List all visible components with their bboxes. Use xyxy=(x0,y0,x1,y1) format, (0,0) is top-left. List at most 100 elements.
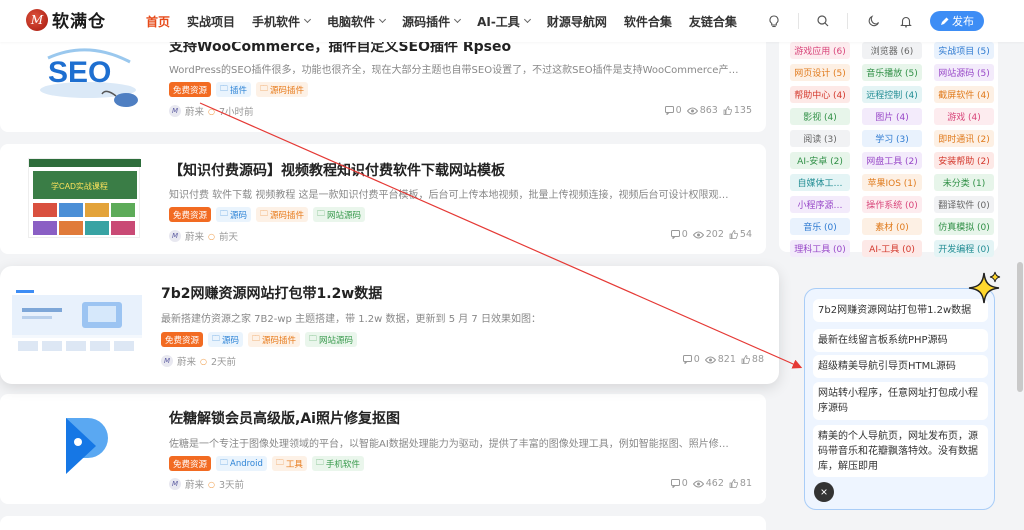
related-post-link[interactable]: 7b2网赚资源网站打包带1.2w数据 xyxy=(813,299,988,322)
nav-item[interactable]: 财源导航网 xyxy=(547,13,607,30)
close-button[interactable]: × xyxy=(814,482,834,502)
bell-icon[interactable] xyxy=(898,13,914,29)
pen-icon xyxy=(941,17,949,25)
post-tag[interactable]: 免费资源 xyxy=(161,332,204,347)
nav-label: 电脑软件 xyxy=(327,14,376,29)
related-post-link[interactable]: 最新在线留言板系统PHP源码 xyxy=(813,329,988,352)
author-avatar[interactable]: M xyxy=(169,478,181,490)
nav-item[interactable]: 电脑软件 xyxy=(327,13,387,30)
thumbs-up-icon xyxy=(729,479,740,488)
tag-cloud-item[interactable]: 学习 (3) xyxy=(862,130,922,147)
post-tag[interactable]: 🗀 网站源码 xyxy=(305,332,358,347)
scrollbar-thumb[interactable] xyxy=(1017,262,1023,392)
post-tags: 免费资源 🗀 源码 🗀 源码插件 🗀 网站源码 xyxy=(169,207,370,222)
tag-cloud-item[interactable]: 实战项目 (5) xyxy=(934,42,994,59)
tag-cloud-item[interactable]: 网盘工具 (2) xyxy=(862,152,922,169)
author-name[interactable]: 蔚来 xyxy=(185,477,204,491)
tag-cloud-item[interactable]: 苹果IOS (1) xyxy=(862,174,922,191)
post-tag[interactable]: 🗀 源码 xyxy=(216,207,252,222)
tag-cloud-item[interactable]: 游戏 (4) xyxy=(934,108,994,125)
tag-cloud-item[interactable]: 浏览器 (6) xyxy=(862,42,922,59)
post-tag[interactable]: 🗀 手机软件 xyxy=(311,456,364,471)
sparkle-icon[interactable] xyxy=(966,270,1002,310)
like-count-value: 88 xyxy=(751,354,764,365)
eye-icon xyxy=(692,480,706,488)
author-avatar[interactable]: M xyxy=(169,230,181,242)
tag-cloud-item[interactable]: 素材 (0) xyxy=(862,218,922,235)
post-card[interactable]: 学CAD实战课程 【知识付费源码】视频教程知识付费软件下载网站模板 知识付费 软… xyxy=(0,144,766,254)
post-tag[interactable]: 🗀 Android xyxy=(216,456,267,471)
author-avatar[interactable]: M xyxy=(161,355,173,367)
tag-cloud-item[interactable]: 开发编程 (0) xyxy=(934,240,994,257)
post-title[interactable]: 7b2网赚资源网站打包带1.2w数据 xyxy=(161,283,382,303)
like-count[interactable]: 88 xyxy=(741,354,764,365)
nav-item[interactable]: AI-工具 xyxy=(477,13,531,30)
tag-cloud-item[interactable]: 远程控制 (4) xyxy=(862,86,922,103)
post-title[interactable]: 佐糖解锁会员高级版,Ai照片修复抠图 xyxy=(169,408,400,428)
site-logo[interactable]: M 软满仓 xyxy=(26,7,106,32)
post-thumbnail[interactable]: 学CAD实战课程 xyxy=(28,158,141,238)
tag-cloud-item[interactable]: 音乐播放 (5) xyxy=(862,64,922,81)
tag-cloud-item[interactable]: 音乐 (0) xyxy=(790,218,850,235)
post-card[interactable]: 佐糖解锁会员高级版,Ai照片修复抠图 佐糖是一个专注于图像处理领域的平台，以智能… xyxy=(0,394,766,504)
post-tag[interactable]: 免费资源 xyxy=(169,456,212,471)
tag-cloud-item[interactable]: 小程序源… xyxy=(790,196,850,213)
tag-cloud-item[interactable]: 未分类 (1) xyxy=(934,174,994,191)
tag-cloud-item[interactable]: 影视 (4) xyxy=(790,108,850,125)
tag-cloud-item[interactable]: 帮助中心 (4) xyxy=(790,86,850,103)
tag-cloud-item[interactable]: 安装帮助 (2) xyxy=(934,152,994,169)
tag-cloud-item[interactable]: 网站源码 (5) xyxy=(934,64,994,81)
tag-cloud-item[interactable]: 截屏软件 (4) xyxy=(934,86,994,103)
tag-cloud-item[interactable]: 网页设计 (5) xyxy=(790,64,850,81)
nav-item[interactable]: 手机软件 xyxy=(252,13,312,30)
like-count[interactable]: 54 xyxy=(729,229,752,240)
post-tag[interactable]: 🗀 工具 xyxy=(271,456,307,471)
tag-cloud-item[interactable]: 翻译软件 (0) xyxy=(934,196,994,213)
folder-icon: 🗀 xyxy=(212,333,221,343)
post-tag[interactable]: 免费资源 xyxy=(169,207,212,222)
author-name[interactable]: 蔚来 xyxy=(177,354,196,368)
post-thumbnail[interactable] xyxy=(12,288,142,354)
post-card[interactable]: 7b2网赚资源网站打包带1.2w数据 最新搭建仿资源之家 7B2-wp 主题搭建… xyxy=(0,266,779,384)
nav-item[interactable]: 源码插件 xyxy=(402,13,462,30)
publish-button[interactable]: 发布 xyxy=(930,11,984,31)
tag-cloud-item[interactable]: 阅读 (3) xyxy=(790,130,850,147)
related-post-link[interactable]: 精美的个人导航页，网址发布页，源码带音乐和花瓣飘落特效。没有数据库，解压即用 xyxy=(813,425,988,477)
author-avatar[interactable]: M xyxy=(169,105,181,117)
post-title[interactable]: 【知识付费源码】视频教程知识付费软件下载网站模板 xyxy=(169,160,505,180)
tag-cloud-item[interactable]: 自媒体工… xyxy=(790,174,850,191)
related-post-link[interactable]: 网站转小程序，任意网址打包成小程序源码 xyxy=(813,382,988,420)
post-tag[interactable]: 🗀 网站源码 xyxy=(313,207,366,222)
tag-cloud-item[interactable]: AI-工具 (0) xyxy=(862,240,922,257)
like-count[interactable]: 135 xyxy=(723,105,752,116)
tag-cloud-item[interactable]: AI-安卓 (2) xyxy=(790,152,850,169)
nav-item[interactable]: 软件合集 xyxy=(624,13,672,30)
tag-cloud-item[interactable]: 图片 (4) xyxy=(862,108,922,125)
tag-cloud-item[interactable]: 即时通讯 (2) xyxy=(934,130,994,147)
post-tag[interactable]: 免费资源 xyxy=(169,82,212,97)
post-tag[interactable]: 🗀 源码插件 xyxy=(256,207,309,222)
tag-cloud-item[interactable]: 操作系统 (0) xyxy=(862,196,922,213)
tag-cloud-item[interactable]: 游戏应用 (6) xyxy=(790,42,850,59)
post-tag[interactable]: 🗀 源码插件 xyxy=(256,82,309,97)
nav-item[interactable]: 友链合集 xyxy=(689,13,737,30)
author-name[interactable]: 蔚来 xyxy=(185,104,204,118)
nav-item[interactable]: 首页 xyxy=(146,13,170,30)
post-time: 前天 xyxy=(219,232,239,243)
post-tag[interactable]: 🗀 源码 xyxy=(208,332,244,347)
post-thumbnail[interactable] xyxy=(58,414,114,476)
related-post-link[interactable]: 超级精美导航引导页HTML源码 xyxy=(813,355,988,378)
tag-cloud-item[interactable]: 仿真模拟 (0) xyxy=(934,218,994,235)
search-icon[interactable] xyxy=(815,13,831,29)
post-card[interactable] xyxy=(0,516,766,530)
post-tag[interactable]: 🗀 插件 xyxy=(216,82,252,97)
author-name[interactable]: 蔚来 xyxy=(185,229,204,243)
post-thumbnail[interactable]: SEO xyxy=(28,38,148,112)
nav-item[interactable]: 实战项目 xyxy=(187,13,235,30)
post-tag-label: 工具 xyxy=(285,459,303,470)
tag-cloud-item[interactable]: 理科工具 (0) xyxy=(790,240,850,257)
post-tag[interactable]: 🗀 源码插件 xyxy=(248,332,301,347)
lightbulb-icon[interactable] xyxy=(766,13,782,29)
like-count[interactable]: 81 xyxy=(729,478,752,489)
moon-icon[interactable] xyxy=(866,13,882,29)
